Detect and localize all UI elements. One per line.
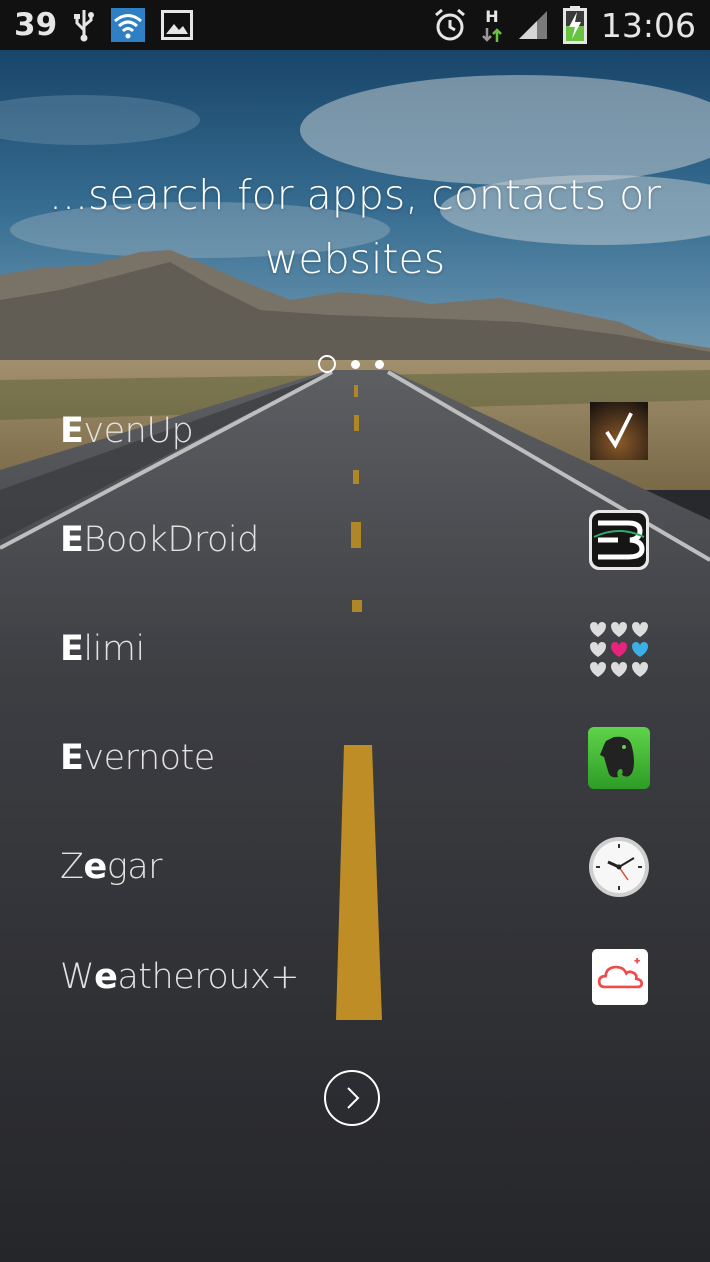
page-dot-active[interactable] [318,355,336,373]
elimi-hearts-icon [590,622,648,677]
data-arrows-icon: H [481,7,503,44]
image-icon [161,10,194,40]
app-row-ebookdroid[interactable]: EBookDroid [0,485,710,595]
page-dot[interactable] [351,359,360,369]
usb-icon [74,10,95,42]
notification-count: 39 [14,7,58,43]
weather-cloud-icon [592,949,648,1005]
app-name: EvenUp [60,411,194,451]
page-indicator [318,355,384,373]
battery-charging-icon [562,6,587,44]
app-name: Evernote [60,738,215,778]
app-row-zegar[interactable]: Zegar [0,812,710,922]
wifi-icon [111,8,146,42]
app-row-elimi[interactable]: Elimi [0,594,710,704]
evernote-elephant-icon [588,727,650,789]
status-bar: 39 H 13:06 [0,0,710,50]
chevron-right-icon [347,1087,360,1109]
ebookdroid-icon [589,510,649,570]
alarm-icon [434,8,465,41]
more-apps-button[interactable] [324,1070,380,1126]
app-name: Weatheroux+ [60,957,300,997]
app-row-weatheroux[interactable]: Weatheroux+ [0,922,710,1032]
app-row-evernote[interactable]: Evernote [0,703,710,813]
app-name: EBookDroid [60,520,259,560]
evenup-check-icon [590,402,648,460]
clock-icon [589,837,649,897]
page-dot[interactable] [375,359,384,369]
app-name: Elimi [60,629,145,669]
app-row-evenup[interactable]: EvenUp [0,376,710,486]
app-name: Zegar [60,847,163,887]
search-hint-headline: ...search for apps, contacts or websites [48,171,662,283]
network-type: H [485,6,499,26]
clock-time: 13:06 [600,5,696,45]
signal-icon [518,11,547,39]
